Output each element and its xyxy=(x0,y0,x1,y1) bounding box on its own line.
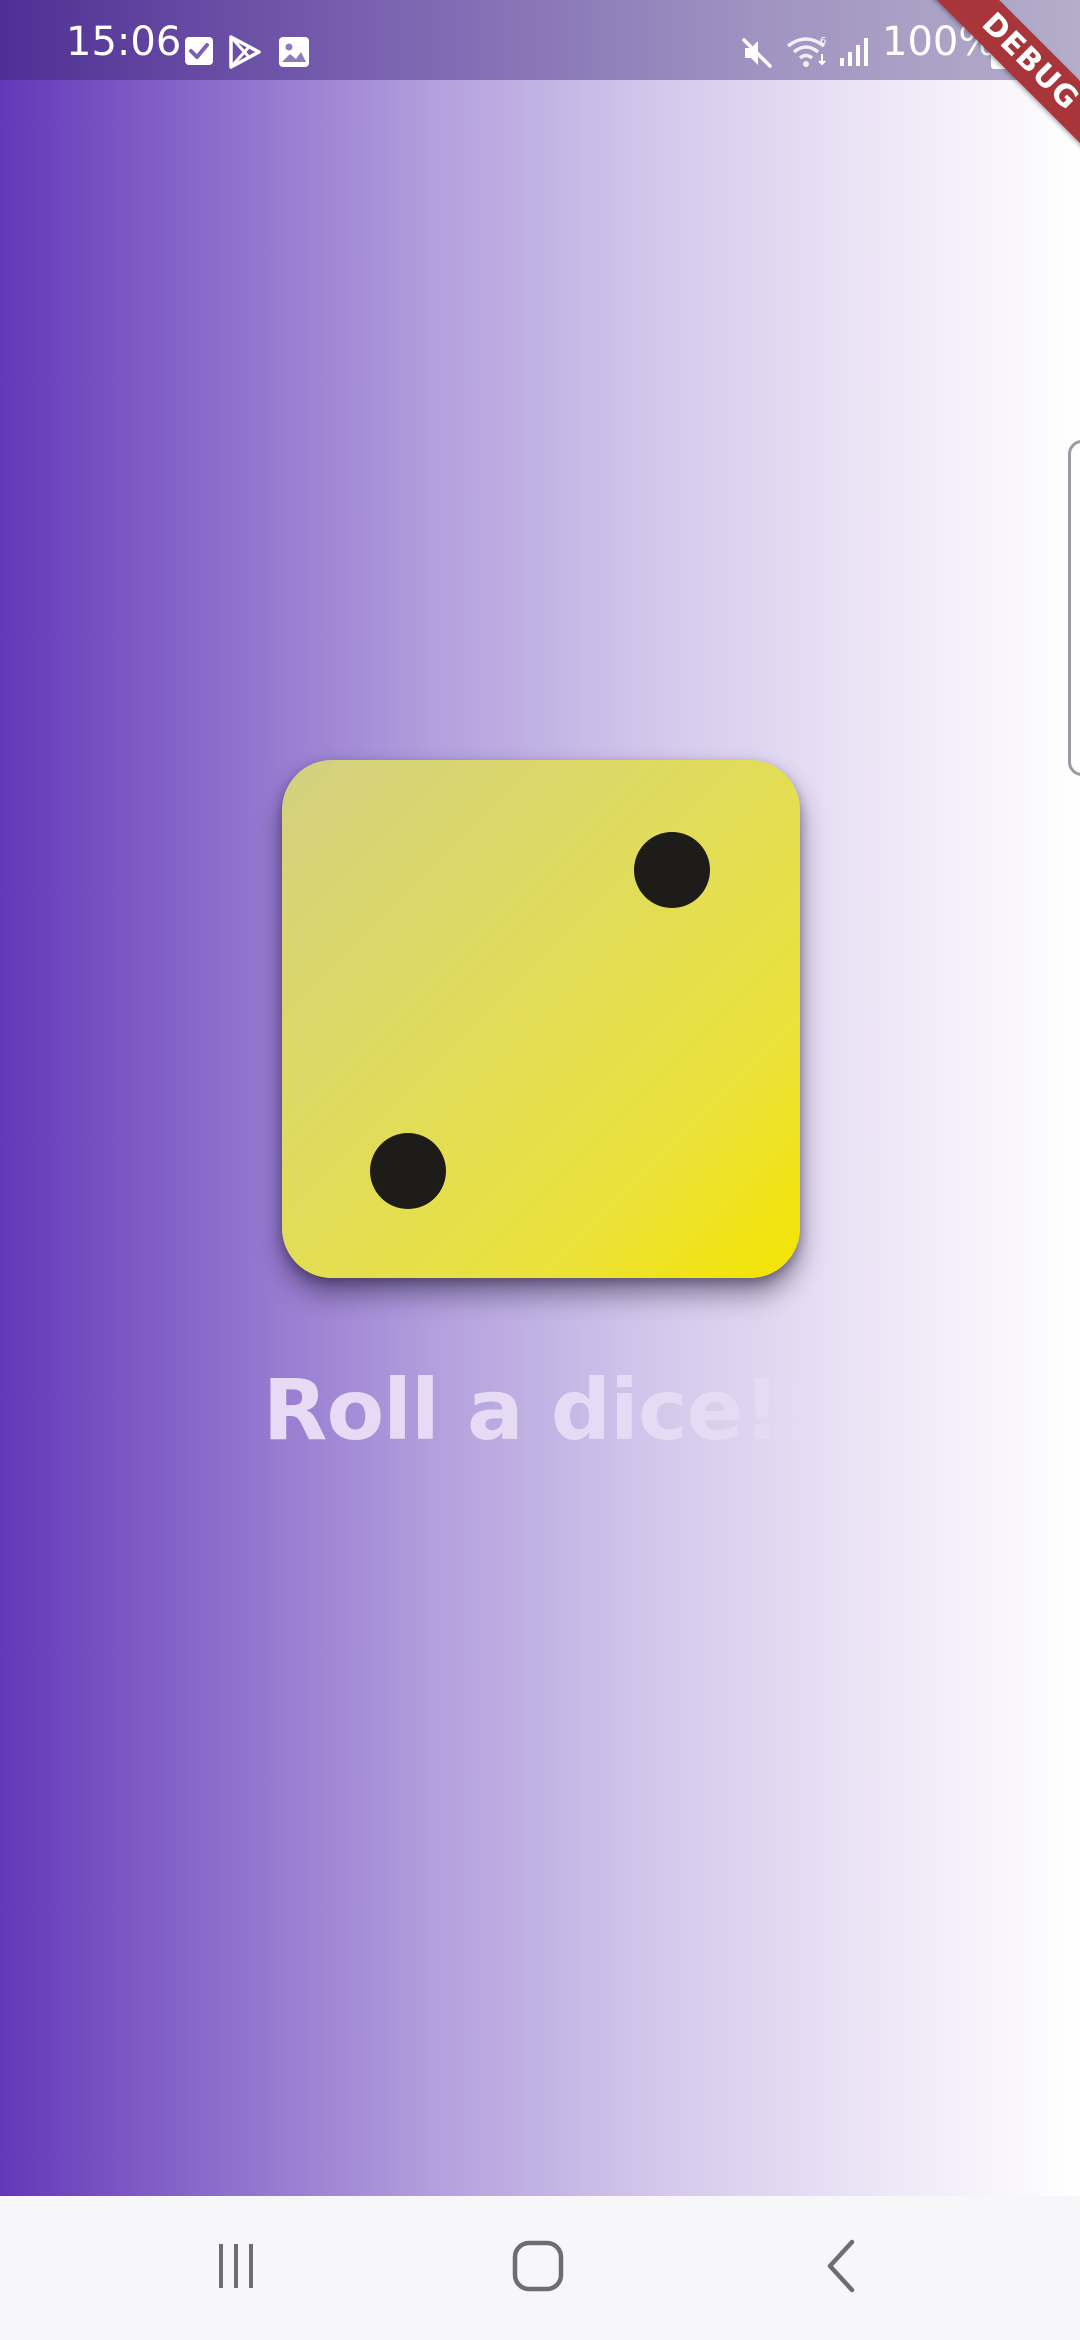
image-icon xyxy=(278,36,310,73)
dice-pip xyxy=(370,1133,446,1209)
back-icon xyxy=(822,2238,858,2299)
app-screen: 15:06 6 100% DEBUG Roll a dice!! xyxy=(0,0,1080,2340)
back-button[interactable] xyxy=(740,2196,940,2340)
status-time: 15:06 xyxy=(66,19,182,65)
recents-icon xyxy=(212,2242,260,2295)
recents-button[interactable] xyxy=(136,2196,336,2340)
home-button[interactable] xyxy=(438,2196,638,2340)
roll-dice-label: Roll a dice!! xyxy=(262,1361,818,1459)
mute-icon xyxy=(740,36,774,75)
dice-pip xyxy=(634,832,710,908)
checkbox-notification-icon xyxy=(184,36,214,71)
roll-dice-button[interactable]: Roll a dice!! xyxy=(0,1360,1080,1460)
dice-face-two[interactable] xyxy=(282,760,800,1278)
navigation-bar xyxy=(0,2196,1080,2340)
wifi-icon: 6 xyxy=(786,34,830,75)
edge-panel-handle[interactable] xyxy=(1068,440,1080,776)
home-icon xyxy=(512,2240,564,2297)
svg-text:6: 6 xyxy=(820,36,826,47)
status-bar: 15:06 6 100% xyxy=(0,0,1080,80)
play-store-icon xyxy=(228,34,262,75)
signal-icon xyxy=(838,36,872,73)
